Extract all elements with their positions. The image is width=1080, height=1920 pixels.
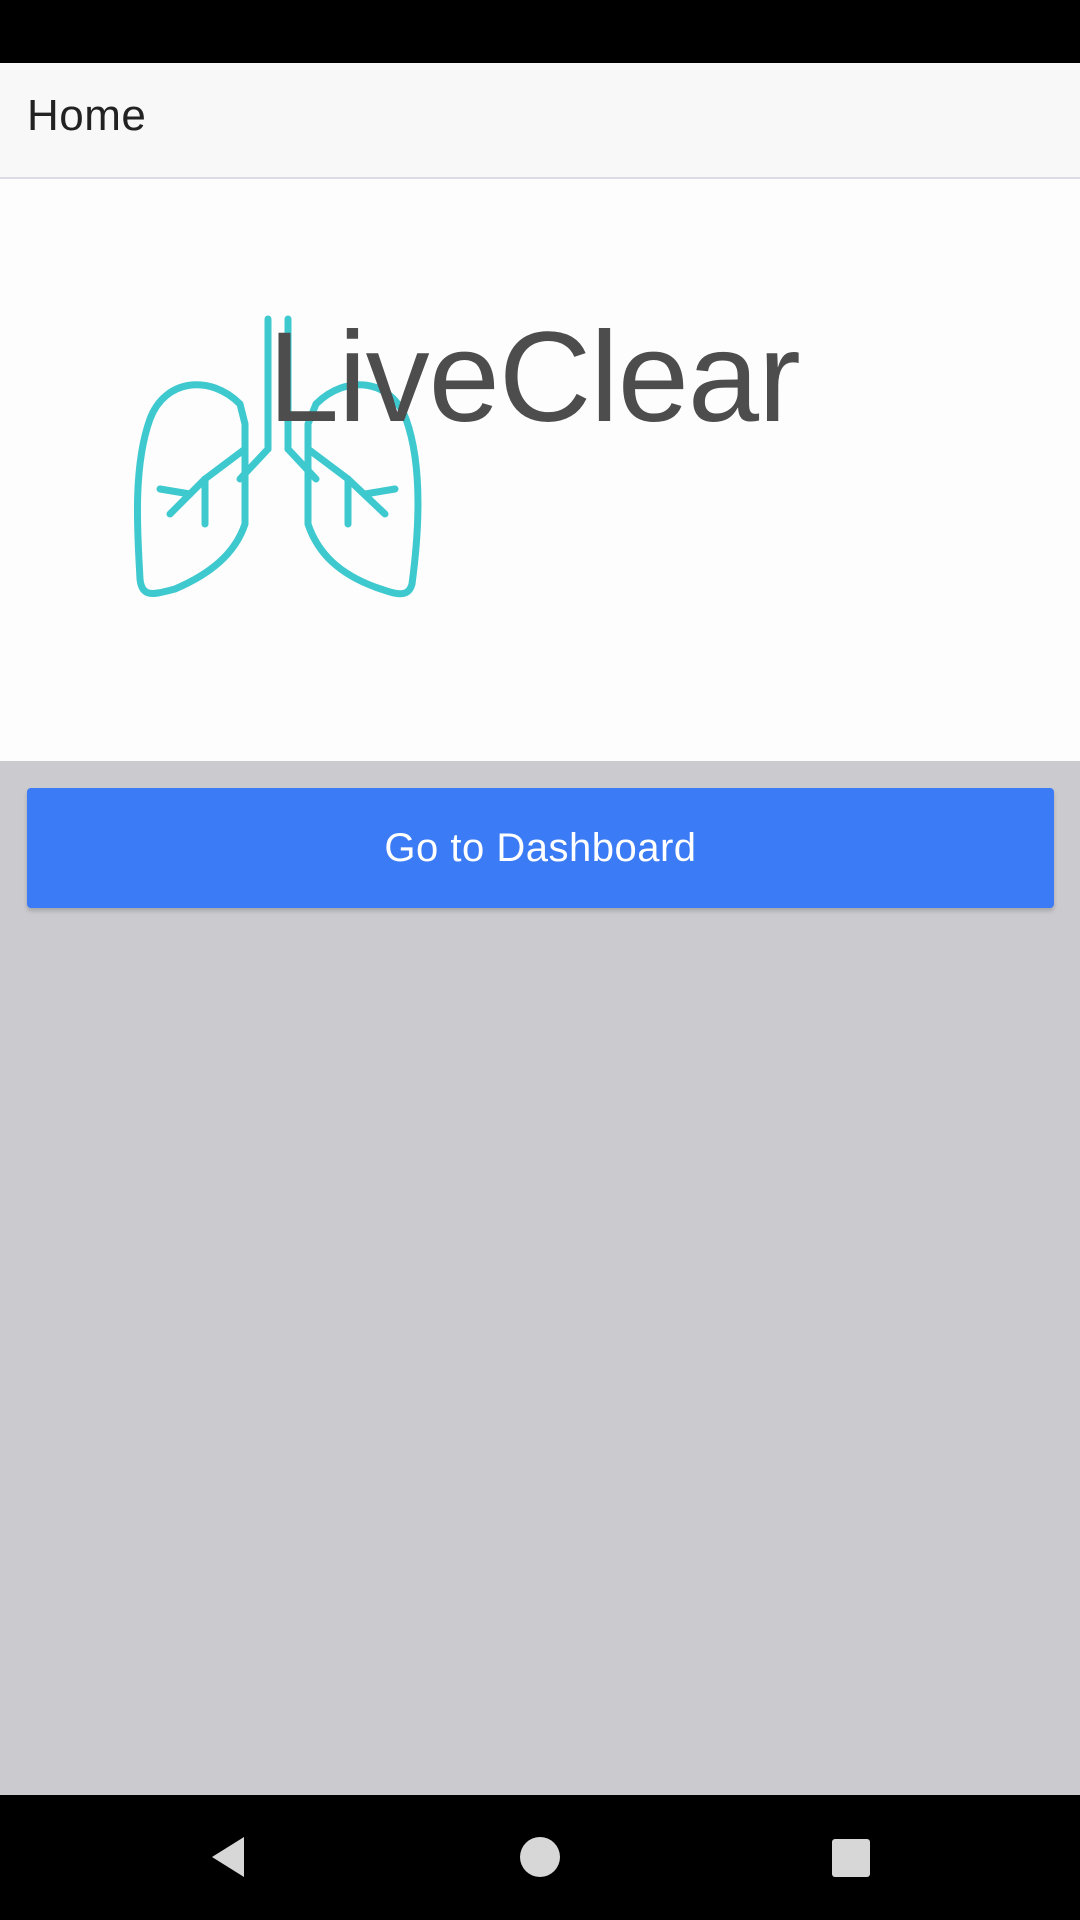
- app-bar: Home: [0, 63, 1080, 179]
- go-to-dashboard-button[interactable]: Go to Dashboard: [27, 788, 1054, 908]
- lungs-icon: [133, 315, 422, 598]
- status-bar: [0, 0, 1080, 63]
- content-area: [0, 761, 1080, 1795]
- recents-square-icon[interactable]: [820, 1795, 880, 1920]
- home-circle-icon[interactable]: [510, 1795, 570, 1920]
- navigation-bar: [0, 1795, 1080, 1920]
- page-title: Home: [27, 91, 147, 140]
- back-triangle-icon[interactable]: [200, 1795, 260, 1920]
- screen: Home LiveClear Go to Dashboard: [0, 0, 1080, 1920]
- logo-wordmark: LiveClear: [268, 306, 801, 449]
- logo-area: LiveClear: [0, 179, 1080, 761]
